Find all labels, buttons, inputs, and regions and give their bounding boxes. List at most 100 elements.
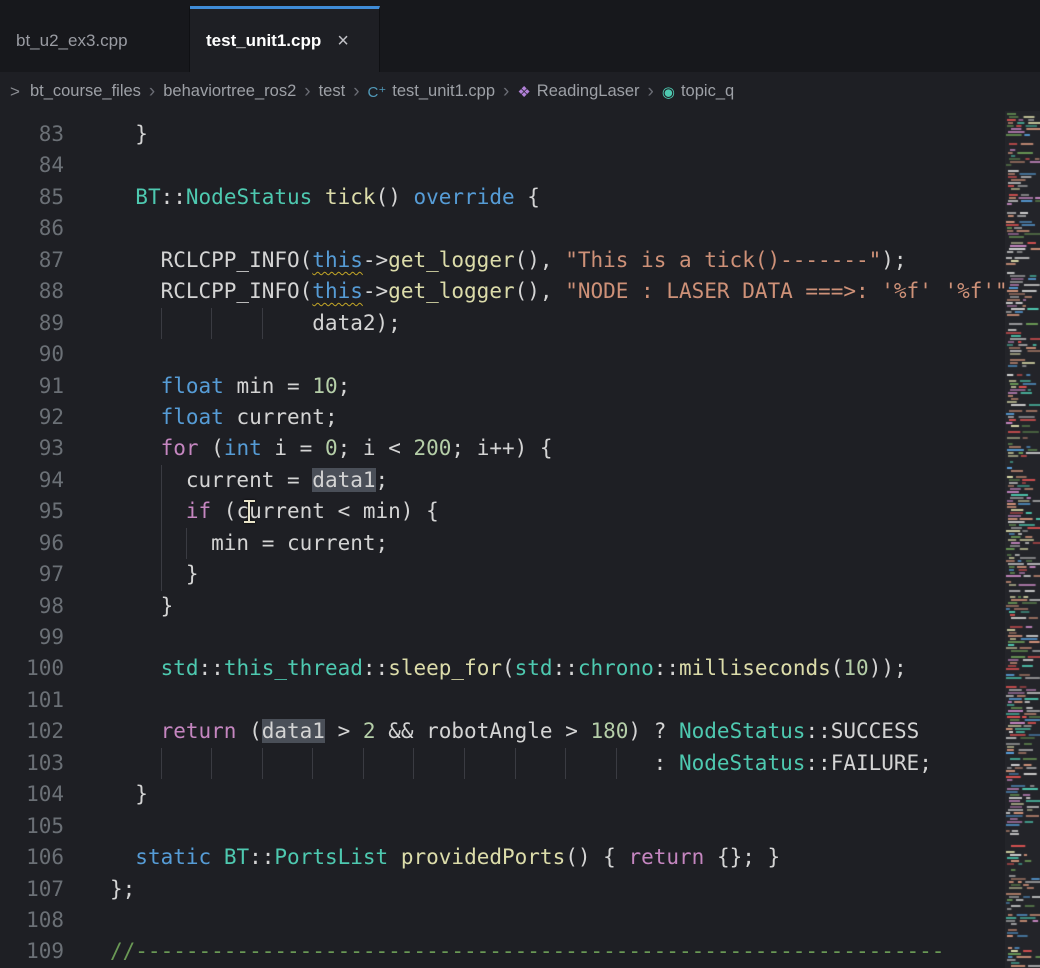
code-token: :: [363,656,388,680]
code-line[interactable]: 107}; [0,874,1005,905]
code-line[interactable]: 100 std::this_thread::sleep_for(std::chr… [0,653,1005,684]
code-token: { [515,185,540,209]
line-number[interactable]: 101 [0,685,64,716]
code-line[interactable]: 93 for (int i = 0; i < 200; i++) { [0,433,1005,464]
code-text: } [110,559,1005,590]
code-text [110,213,1005,244]
line-number[interactable]: 88 [0,276,64,307]
code-line[interactable]: 109//-----------------------------------… [0,936,1005,967]
code-token: 10 [843,656,868,680]
code-token: this [312,248,363,272]
code-line[interactable]: 102 return (data1 > 2 && robotAngle > 18… [0,716,1005,747]
code-line[interactable]: 92 float current; [0,402,1005,433]
line-number[interactable]: 102 [0,716,64,747]
code-line[interactable]: 104 } [0,779,1005,810]
line-number[interactable]: 85 [0,182,64,213]
code-token [110,656,161,680]
code-line[interactable]: 98 } [0,591,1005,622]
line-number[interactable]: 95 [0,496,64,527]
tab-bt_u2_ex3[interactable]: bt_u2_ex3.cpp [0,6,190,72]
line-number[interactable]: 108 [0,905,64,936]
line-number[interactable]: 106 [0,842,64,873]
code-line[interactable]: 88 RCLCPP_INFO(this->get_logger(), "NODE… [0,276,1005,307]
code-token: } [110,594,173,618]
minimap[interactable] [1005,111,1040,968]
breadcrumb-item[interactable]: C⁺test_unit1.cpp [368,82,496,101]
indent-guide [262,748,263,779]
line-number[interactable]: 90 [0,339,64,370]
line-number[interactable]: 83 [0,119,64,150]
code-token: PortsList [274,845,388,869]
line-number[interactable]: 94 [0,465,64,496]
line-number[interactable]: 107 [0,874,64,905]
code-line[interactable]: 90 [0,339,1005,370]
breadcrumb-item[interactable]: bt_course_files [30,82,141,101]
breadcrumb-item[interactable]: ❖ReadingLaser [517,82,639,101]
code-token: min = [224,374,313,398]
code-token: :: [249,845,274,869]
tab-test_unit1[interactable]: test_unit1.cpp × [190,6,380,72]
code-token: 200 [413,436,451,460]
code-token: NodeStatus [186,185,312,209]
indent-guide [161,559,162,590]
code-token: "NODE : LASER DATA ===>: '%f' '%f'" [565,279,1005,303]
line-number[interactable]: 86 [0,213,64,244]
breadcrumb-item[interactable]: test [319,82,346,101]
symbol-field-icon: ◉ [662,83,675,101]
line-number[interactable]: 89 [0,308,64,339]
code-token: :: [199,656,224,680]
code-line[interactable]: 106 static BT::PortsList providedPorts()… [0,842,1005,873]
code-line[interactable]: 94 current = data1; [0,465,1005,496]
symbol-class-icon: ❖ [517,83,530,101]
line-number[interactable]: 105 [0,811,64,842]
code-token: :: [161,185,186,209]
line-number[interactable]: 93 [0,433,64,464]
code-line[interactable]: 83 } [0,119,1005,150]
code-line[interactable]: 95 if (current < min) { [0,496,1005,527]
code-line[interactable]: 87 RCLCPP_INFO(this->get_logger(), "This… [0,245,1005,276]
code-token [110,405,161,429]
code-token: data2); [110,311,401,335]
line-number[interactable]: 92 [0,402,64,433]
line-number[interactable]: 84 [0,150,64,181]
breadcrumb-separator-icon: › [353,81,359,103]
line-number[interactable]: 99 [0,622,64,653]
chevron-icon: > [10,82,20,102]
line-number[interactable]: 87 [0,245,64,276]
code-line[interactable]: 108 [0,905,1005,936]
line-number[interactable]: 96 [0,528,64,559]
code-token: return [628,845,704,869]
code-token [388,845,401,869]
code-line[interactable]: 97 } [0,559,1005,590]
line-number[interactable]: 97 [0,559,64,590]
line-number[interactable]: 109 [0,936,64,967]
line-number[interactable]: 91 [0,371,64,402]
code-token: this [312,279,363,303]
line-number[interactable]: 104 [0,779,64,810]
code-text: data2); [110,308,1005,339]
close-icon[interactable]: × [337,31,349,51]
code-text: min = current; [110,528,1005,559]
breadcrumb-item[interactable]: behaviortree_ros2 [163,82,296,101]
code-line[interactable]: 85 BT::NodeStatus tick() override { [0,182,1005,213]
indent-guide [464,748,465,779]
code-line[interactable]: 89 data2); [0,308,1005,339]
code-token: return [161,719,237,743]
indent-guide [565,748,566,779]
code-token: } [110,782,148,806]
code-line[interactable]: 101 [0,685,1005,716]
code-line[interactable]: 91 float min = 10; [0,371,1005,402]
code-token [110,374,161,398]
code-line[interactable]: 105 [0,811,1005,842]
line-number[interactable]: 98 [0,591,64,622]
code-line[interactable]: 96 min = current; [0,528,1005,559]
line-number[interactable]: 103 [0,748,64,779]
code-line[interactable]: 86 [0,213,1005,244]
code-area[interactable]: 83 }8485 BT::NodeStatus tick() override … [0,111,1005,968]
code-line[interactable]: 103 : NodeStatus::FAILURE; [0,748,1005,779]
breadcrumb-label: test_unit1.cpp [392,82,495,101]
line-number[interactable]: 100 [0,653,64,684]
code-line[interactable]: 84 [0,150,1005,181]
breadcrumb-item[interactable]: ◉topic_q [662,82,734,101]
code-line[interactable]: 99 [0,622,1005,653]
